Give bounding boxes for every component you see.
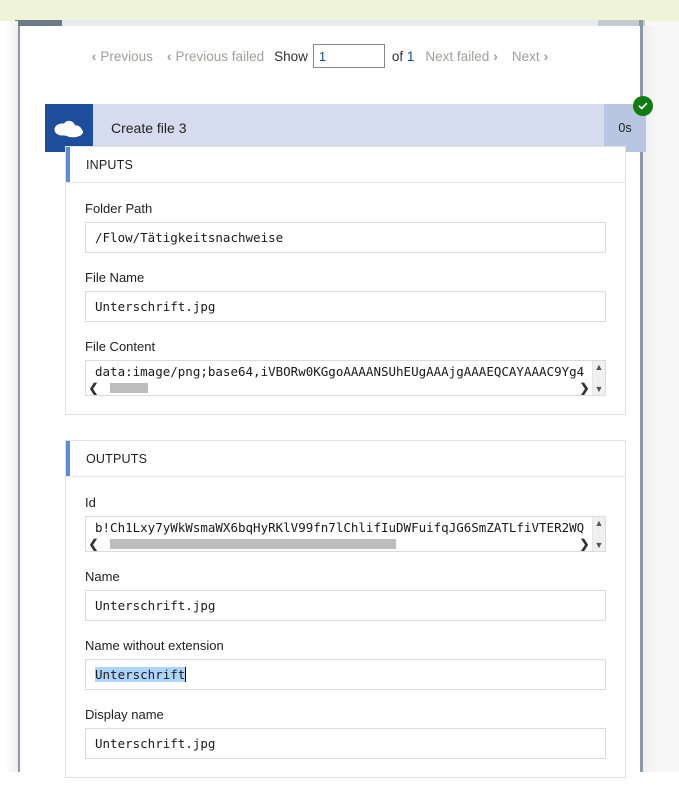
field-input-file-name[interactable]: Unterschrift.jpg [85,291,606,322]
vertical-scrollbar[interactable]: ▲ ▼ [592,361,605,395]
pagination-toolbar: ‹ Previous ‹ Previous failed Show of 1 N… [20,42,620,70]
inputs-panel-header: INPUTS [66,147,625,183]
field-label: File Name [85,270,145,285]
field-folder-path: Folder Path /Flow/Tätigkeitsnachweise [85,201,606,253]
field-value: Unterschrift.jpg [95,736,216,751]
scroll-up-arrow-icon[interactable]: ▲ [593,517,605,529]
hscroll-track[interactable] [100,539,578,550]
outputs-panel: OUTPUTS Id b!Ch1Lxy7yWkWsmaWX6bqHyRKlV99… [65,440,626,778]
field-input-id[interactable]: b!Ch1Lxy7yWkWsmaWX6bqHyRKlV99fn7lChlifIu… [85,516,606,552]
field-value: data:image/png;base64,iVBORw0KGgoAAAANSU… [95,363,585,379]
field-value: Unterschrift.jpg [95,299,216,314]
total-pages: 1 [406,48,415,64]
outputs-panel-header: OUTPUTS [66,441,625,477]
checkmark-icon [638,102,648,110]
hscroll-thumb[interactable] [109,383,148,394]
chevron-left-icon: ‹ [91,48,97,64]
field-label: File Content [85,339,156,354]
field-file-name: File Name Unterschrift.jpg [85,270,606,322]
scroll-left-arrow-icon[interactable]: ❮ [87,382,100,394]
of-label: of 1 [385,49,419,64]
previous-failed-label: Previous failed [175,48,265,64]
field-name: Name Unterschrift.jpg [85,569,606,621]
field-text-row: b!Ch1Lxy7yWkWsmaWX6bqHyRKlV99fn7lChlifIu… [86,517,605,537]
field-text-row: data:image/png;base64,iVBORw0KGgoAAAANSU… [86,361,605,381]
hscroll-thumb[interactable] [109,539,397,550]
status-badge-succeeded [633,96,653,116]
field-id: Id b!Ch1Lxy7yWkWsmaWX6bqHyRKlV99fn7lChli… [85,495,606,552]
field-input-file-content[interactable]: data:image/png;base64,iVBORw0KGgoAAAANSU… [85,360,606,396]
horizontal-scrollbar[interactable]: ❮ ❯ [86,381,592,395]
outputs-title: OUTPUTS [86,451,148,466]
action-header-create-file-3[interactable]: Create file 3 0s [45,104,646,152]
field-label: Id [85,495,96,510]
field-label: Name [85,569,120,584]
outputs-panel-body: Id b!Ch1Lxy7yWkWsmaWX6bqHyRKlV99fn7lChli… [66,477,625,777]
inputs-title: INPUTS [86,157,134,172]
inputs-panel: INPUTS Folder Path /Flow/Tätigkeitsnachw… [65,146,626,415]
page-right-background [643,26,679,772]
field-input-name-without-extension[interactable]: Unterschrift [85,659,606,690]
scroll-up-arrow-icon[interactable]: ▲ [593,361,605,373]
next-button[interactable]: Next › [505,49,555,64]
text-cursor [185,667,187,682]
previous-failed-button[interactable]: ‹ Previous failed [160,49,271,64]
of-text: of [391,48,404,64]
field-input-display-name[interactable]: Unterschrift.jpg [85,728,606,759]
run-details-card: ‹ Previous ‹ Previous failed Show of 1 N… [18,26,653,778]
hscroll-track[interactable] [100,383,578,394]
field-value: Unterschrift.jpg [95,598,216,613]
field-value-selected: Unterschrift [95,667,186,682]
field-input-folder-path[interactable]: /Flow/Tätigkeitsnachweise [85,222,606,253]
show-label: Show [274,48,308,64]
top-browser-strip [0,0,679,21]
chevron-left-icon: ‹ [166,48,172,64]
next-failed-button[interactable]: Next failed › [418,49,504,64]
previous-label: Previous [100,48,153,64]
field-label: Name without extension [85,638,224,653]
scroll-down-arrow-icon[interactable]: ▼ [593,539,605,551]
next-failed-label: Next failed [425,48,490,64]
chevron-right-icon: › [493,48,498,64]
vertical-scrollbar[interactable]: ▲ ▼ [592,517,605,551]
field-file-content: File Content data:image/png;base64,iVBOR… [85,339,606,396]
field-label: Folder Path [85,201,153,216]
field-name-without-extension: Name without extension Unterschrift [85,638,606,690]
page-left-background [0,21,18,772]
scroll-left-arrow-icon[interactable]: ❮ [87,538,100,550]
chevron-right-icon: › [543,48,549,64]
horizontal-scrollbar[interactable]: ❮ ❯ [86,537,592,551]
onedrive-cloud-icon [45,104,93,152]
scroll-right-arrow-icon[interactable]: ❯ [578,538,591,550]
scroll-down-arrow-icon[interactable]: ▼ [593,383,605,395]
field-value: b!Ch1Lxy7yWkWsmaWX6bqHyRKlV99fn7lChlifIu… [95,519,585,535]
page-number-input[interactable] [312,44,385,68]
field-input-name[interactable]: Unterschrift.jpg [85,590,606,621]
field-label: Display name [85,707,164,722]
next-label: Next [511,48,540,64]
action-title: Create file 3 [111,120,187,136]
scroll-right-arrow-icon[interactable]: ❯ [578,382,591,394]
inputs-panel-body: Folder Path /Flow/Tätigkeitsnachweise Fi… [66,183,625,414]
field-display-name: Display name Unterschrift.jpg [85,707,606,759]
previous-button[interactable]: ‹ Previous [85,49,160,64]
field-value: /Flow/Tätigkeitsnachweise [95,230,284,245]
